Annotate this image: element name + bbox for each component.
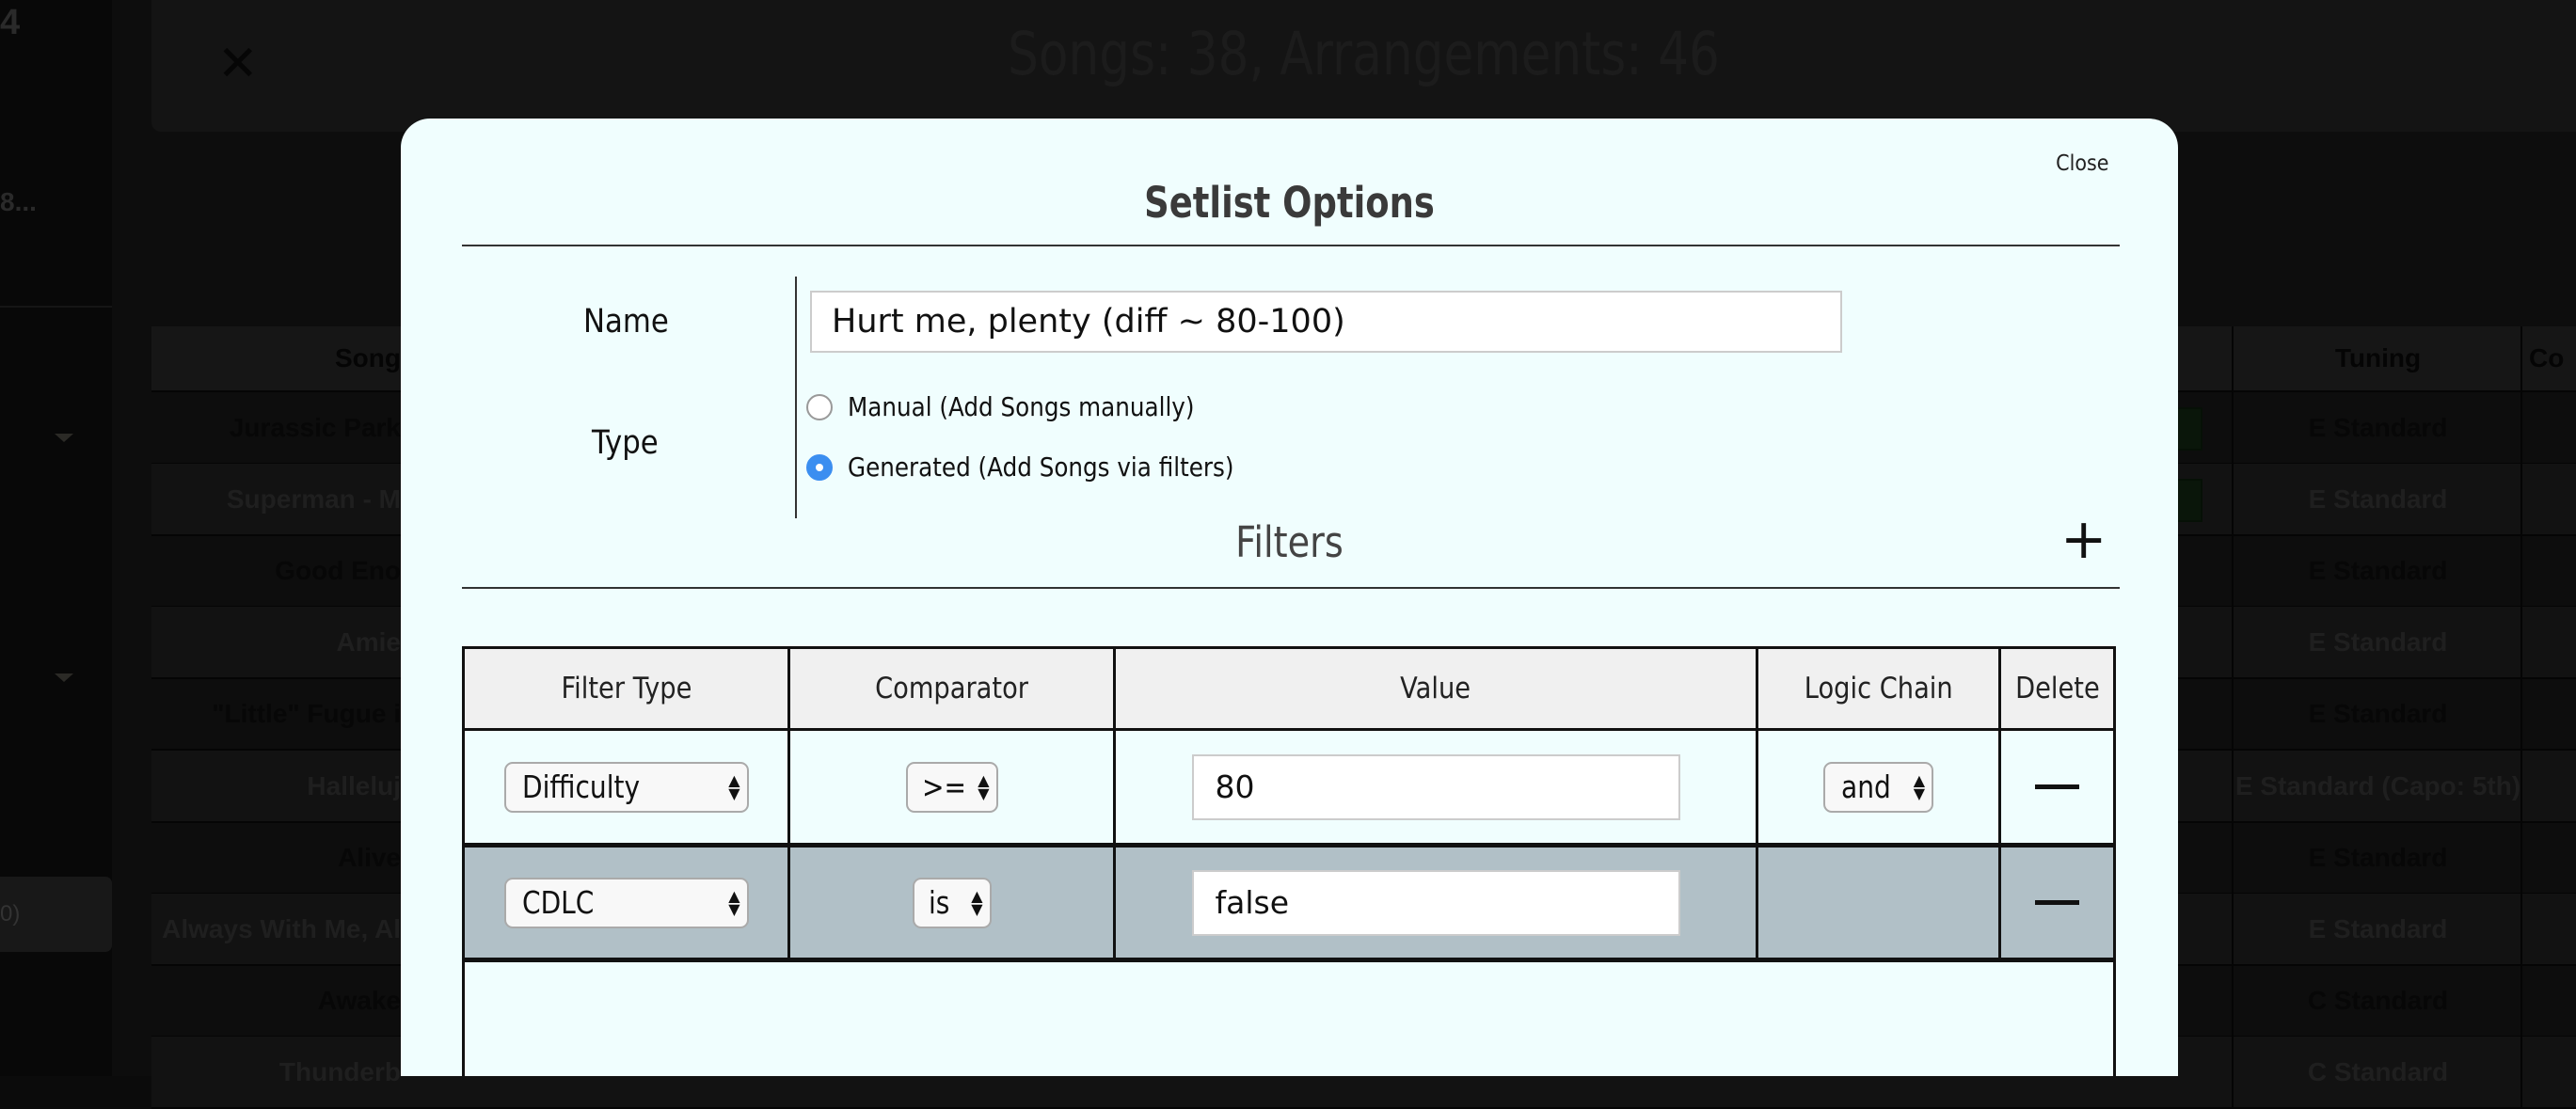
song-cell: Jurassic Park [229,413,401,442]
radio-manual[interactable] [806,393,833,420]
setlist-options-modal: Close Setlist Options Name Type Manual (… [401,119,2178,1076]
radio-generated-label: Generated (Add Songs via filters) [848,452,1234,483]
filter-row: CDLC ▲ ▼ is ▲ ▼ [465,848,2113,962]
setlist-name-input[interactable] [810,291,1842,353]
tuning-cell: E Standard [2232,464,2522,535]
count-cell [2520,607,2576,678]
sidebar-top-text: 4 [0,3,21,42]
song-cell: "Little" Fugue i [212,699,401,729]
song-cell: Always With Me, Al [162,913,401,943]
select-arrows-icon: ▲ ▼ [971,886,983,918]
select-arrows-icon: ▲ ▼ [1913,770,1925,802]
count-cell [2520,464,2576,535]
filters-heading: Filters [1235,517,1344,567]
count-cell [2520,678,2576,750]
count-cell [2520,1036,2576,1107]
status-box [2174,407,2202,451]
filter-value-input[interactable] [1191,753,1680,820]
tuning-cell: C Standard [2232,1036,2522,1107]
filter-type-select[interactable]: Difficulty ▲ ▼ [503,761,749,813]
header-value: Value [1400,672,1471,705]
sidebar-active-item[interactable]: 0) [0,877,112,952]
header-filter-type: Filter Type [561,672,692,705]
filter-value-input[interactable] [1191,869,1680,936]
songs-count-title: Songs: 38, Arrangements: 46 [1008,20,1720,88]
tuning-cell: E Standard [2232,535,2522,607]
delete-filter-icon[interactable] [2035,784,2079,789]
logic-chain-select[interactable]: and ▲ ▼ [1823,761,1933,813]
header-logic-chain: Logic Chain [1804,672,1953,705]
tuning-cell: E Standard [2232,678,2522,750]
song-cell: Amie [336,627,401,657]
title-divider [462,245,2120,246]
sidebar-item[interactable]: 8... [0,187,37,217]
header-delete: Delete [2014,672,2100,705]
filters-table: Filter Type Comparator Value Logic Chain… [462,646,2116,1076]
count-cell [2520,750,2576,821]
song-cell: Awake [317,985,401,1015]
dropdown-caret-icon[interactable] [55,434,73,442]
filters-table-header: Filter Type Comparator Value Logic Chain… [465,649,2113,731]
song-cell: Thunderb [278,1056,401,1086]
delete-filter-icon[interactable] [2035,900,2079,905]
header-comparator: Comparator [875,672,1028,705]
sidebar-divider [0,306,112,308]
song-cell: Superman - M [226,484,401,515]
tuning-cell: E Standard [2232,392,2522,463]
header-tuning[interactable]: Tuning [2232,326,2522,390]
select-arrows-icon: ▲ ▼ [728,770,740,802]
type-option-generated[interactable]: Generated (Add Songs via filters) [806,452,1286,483]
count-cell [2520,821,2576,893]
dropdown-caret-icon[interactable] [55,673,73,682]
select-arrows-icon: ▲ ▼ [728,886,740,918]
count-cell [2520,964,2576,1036]
type-label: Type [592,424,659,462]
filter-type-select[interactable]: CDLC ▲ ▼ [503,877,749,928]
song-cell: Halleluj [307,770,401,800]
tuning-cell: E Standard [2232,821,2522,893]
type-option-manual[interactable]: Manual (Add Songs manually) [806,391,1242,422]
status-box [2174,479,2202,523]
song-cell: Alive [338,842,401,872]
comparator-select[interactable]: is ▲ ▼ [912,877,992,928]
count-cell [2520,392,2576,463]
tuning-cell: C Standard [2232,964,2522,1036]
select-arrows-icon: ▲ ▼ [978,770,990,802]
name-label: Name [583,303,669,341]
header-count[interactable]: Co [2520,326,2576,390]
modal-title: Setlist Options [1144,178,1435,228]
app-window: 4 8... 0) ✕ Songs: 38, Arrangements: 46 … [0,0,2576,1109]
plus-icon[interactable]: + [2060,511,2107,566]
filter-row: Difficulty▲▼ >=▲▼ and▲▼ [465,731,2113,848]
radio-manual-label: Manual (Add Songs manually) [848,391,1195,422]
top-bar: ✕ Songs: 38, Arrangements: 46 [151,0,2576,132]
filters-divider [462,587,2120,589]
radio-generated[interactable] [806,453,833,481]
tuning-cell: E Standard [2232,893,2522,964]
sidebar: 4 8... 0) [0,0,112,1076]
count-cell [2520,535,2576,607]
song-cell: Good Eno [275,556,401,586]
close-icon[interactable]: ✕ [217,40,259,88]
comparator-select[interactable]: >= ▲ ▼ [905,761,998,813]
form-divider [795,277,797,518]
count-cell [2520,893,2576,964]
tuning-cell: E Standard (Capo: 5th) [2232,750,2522,821]
header-song[interactable]: Song [151,326,401,390]
close-button[interactable]: Close [2056,151,2108,176]
tuning-cell: E Standard [2232,607,2522,678]
